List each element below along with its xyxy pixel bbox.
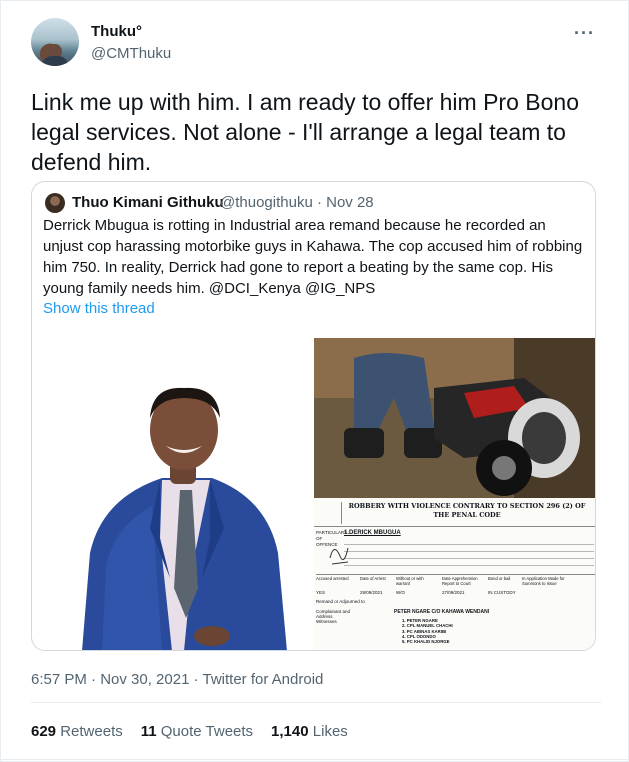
doc-witnesses-list: 1. PETER NGARE 2. CPL MANUEL CHACHI 3. P…: [402, 618, 453, 644]
quoted-tweet-text: Derrick Mbugua is rotting in Industrial …: [43, 217, 583, 297]
tweet-text: Link me up with him. I am ready to offer…: [31, 89, 579, 175]
doc-row1: Accused arrested Date of Arrest Without …: [316, 576, 595, 586]
doc-col-summons: In Application Made for Summons to Issue: [522, 576, 565, 586]
quotes-label: Quote Tweets: [160, 723, 254, 740]
more-horizontal-icon[interactable]: ···: [574, 23, 595, 44]
retweets-stat[interactable]: 629 Retweets: [31, 723, 123, 740]
doc-offence-name: 1.DERICK MBUGUA: [344, 530, 401, 536]
doc-witness: 2. CPL MANUEL CHACHI: [402, 623, 453, 629]
avatar-body: [42, 56, 68, 66]
doc-remanded-label: Remand or Adjourned to: [316, 599, 365, 604]
portrait-photo: [42, 338, 314, 650]
doc-val-date: 29/09/2021: [360, 590, 383, 595]
quoted-tweet[interactable]: Thuo Kimani Githuku @thuogithuku · Nov 2…: [31, 181, 596, 651]
doc-witness: 5. PC KHALID NJORGE: [402, 639, 450, 645]
doc-witnesses-label: Witnesses: [316, 619, 337, 624]
doc-complainant-label: Complainant and Address: [316, 609, 351, 619]
likes-stat[interactable]: 1,140 Likes: [271, 723, 348, 740]
quoted-image-evidence[interactable]: ROBBERY WITH VIOLENCE CONTRARY TO SECTIO…: [314, 338, 595, 650]
doc-col-bond: Bond or bail: [488, 576, 511, 581]
tweet-card: Thuku° @CMThuku ··· Link me up with him.…: [0, 0, 629, 762]
author-avatar[interactable]: [31, 18, 79, 66]
quoted-author-avatar: [45, 193, 65, 213]
likes-label: Likes: [312, 723, 348, 740]
quoted-author-handle-date: @thuogithuku · Nov 28: [220, 194, 374, 211]
author-handle[interactable]: @CMThuku: [91, 45, 171, 62]
divider: [31, 702, 601, 703]
doc-val-warrant: W/O: [396, 590, 405, 595]
retweets-count: 629: [31, 723, 57, 740]
doc-col-accused: Accused arrested: [316, 576, 349, 581]
doc-val-accused: YES: [316, 590, 326, 595]
doc-val-report: 27/09/2021: [442, 590, 465, 595]
doc-complainant-value: PETER NGARE C/O KAHAWA WENDANI: [394, 609, 490, 615]
tweet-timestamp-source[interactable]: 6:57 PM · Nov 30, 2021 · Twitter for And…: [31, 671, 323, 688]
show-thread-link[interactable]: Show this thread: [43, 300, 155, 317]
doc-col-date: Date of Arrest: [360, 576, 386, 581]
doc-signature: [329, 547, 349, 565]
author-name[interactable]: Thuku°: [91, 23, 142, 40]
doc-col-warrant: Without or with warrant: [396, 576, 424, 586]
document-heading: ROBBERY WITH VIOLENCE CONTRARY TO SECTIO…: [348, 502, 586, 519]
quoted-author-name: Thuo Kimani Githuku: [72, 194, 224, 211]
doc-offence-text-lines: [344, 538, 594, 568]
doc-val-bond: IN CUSTODY: [488, 590, 516, 595]
doc-rule: [314, 526, 595, 527]
likes-count: 1,140: [271, 723, 309, 740]
retweets-label: Retweets: [60, 723, 123, 740]
quoted-image-portrait[interactable]: [42, 338, 314, 650]
quotes-count: 11: [140, 723, 157, 740]
doc-rule-2: [316, 574, 595, 575]
quote-tweets-stat[interactable]: 11 Quote Tweets: [141, 723, 253, 740]
charge-sheet-document: ROBBERY WITH VIOLENCE CONTRARY TO SECTIO…: [314, 498, 595, 650]
bottom-divider: [1, 759, 629, 760]
doc-cell-charge: [316, 502, 342, 524]
doc-col-report: Date Apprehension Report to Court: [442, 576, 478, 586]
tweet-stats: 629 Retweets 11 Quote Tweets 1,140 Likes: [31, 723, 348, 740]
motorbike-photo: [314, 338, 595, 498]
doc-row1-values: YES 29/09/2021 W/O 27/09/2021 IN CUSTODY: [316, 590, 595, 595]
